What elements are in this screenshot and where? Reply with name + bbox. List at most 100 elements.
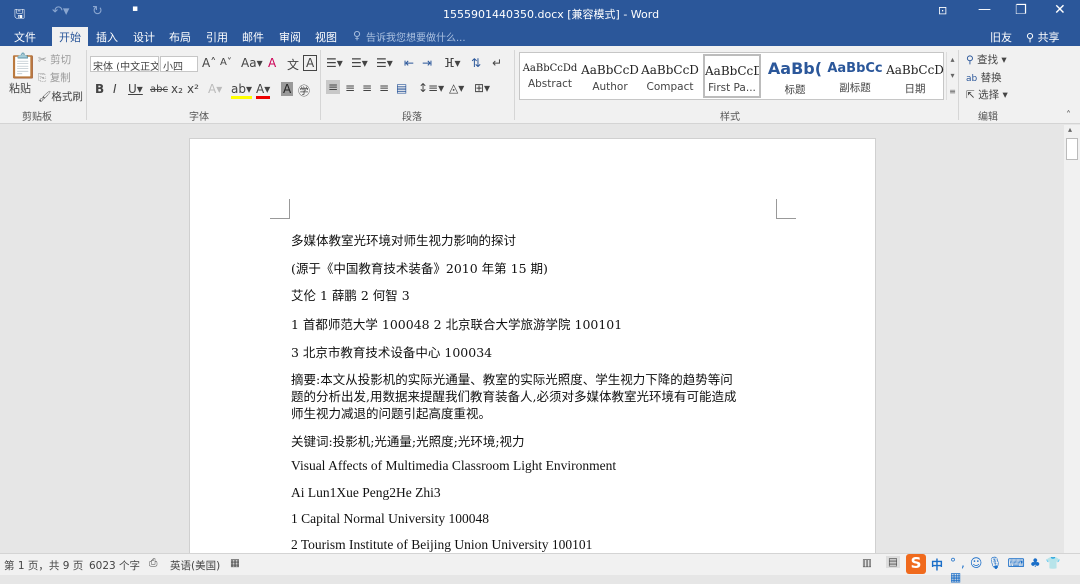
char-border-icon[interactable]: A <box>303 55 318 71</box>
ime-mode[interactable]: 中 <box>931 556 943 573</box>
paste-icon[interactable]: 📋 <box>8 52 38 80</box>
search-icon: ⚲ <box>966 54 974 66</box>
tab-layout[interactable]: 布局 <box>169 29 191 45</box>
minimize-button[interactable]: — <box>978 2 991 17</box>
underline-icon[interactable]: U▾ <box>128 82 143 96</box>
style-compact[interactable]: AaBbCcD Compact <box>640 53 700 99</box>
print-layout-icon[interactable]: ▤ <box>886 556 900 568</box>
style-name: Compact <box>646 81 694 93</box>
cut-label: 剪切 <box>50 54 72 66</box>
shading-icon[interactable]: ◬▾ <box>449 81 464 95</box>
bold-icon[interactable]: B <box>95 82 104 96</box>
phonetic-guide-icon[interactable]: 文 <box>287 56 299 73</box>
enclose-char-icon[interactable]: ㊫ <box>298 82 310 99</box>
chinese-layout-icon[interactable]: ⴼ▾ <box>444 56 461 70</box>
close-button[interactable]: ✕ <box>1054 2 1066 18</box>
format-painter-button[interactable]: 🖌格式刷 <box>38 89 83 104</box>
justify-icon[interactable]: ≡ <box>379 81 389 95</box>
align-center-icon[interactable]: ≡ <box>345 81 355 95</box>
borders-icon[interactable]: ⊞▾ <box>474 81 490 95</box>
decrease-indent-icon[interactable]: ⇤ <box>404 56 414 70</box>
style-preview: AaBb( <box>767 59 823 78</box>
replace-button[interactable]: ab 替换 <box>966 70 1002 85</box>
scroll-up-icon[interactable]: ▴ <box>1068 125 1072 134</box>
font-size-select[interactable]: 小四 <box>160 56 198 73</box>
paste-button[interactable]: 粘贴 <box>9 80 31 96</box>
share-button[interactable]: ⚲ 共享 <box>1026 29 1060 45</box>
sort-icon[interactable]: ⇅ <box>471 56 481 70</box>
style-abstract[interactable]: AaBbCcDd Abstract <box>520 53 580 99</box>
tab-home[interactable]: 开始 <box>52 27 88 46</box>
tab-file[interactable]: 文件 <box>14 29 36 45</box>
align-right-icon[interactable]: ≡ <box>362 81 372 95</box>
vertical-scrollbar[interactable]: ▴ <box>1064 125 1080 553</box>
distributed-icon[interactable]: ▤ <box>396 81 407 95</box>
scroll-thumb[interactable] <box>1066 138 1078 160</box>
style-name: 日期 <box>904 83 926 95</box>
tab-mailings[interactable]: 邮件 <box>242 29 264 45</box>
ribbon-display-icon[interactable]: ⊡ <box>938 4 947 17</box>
save-icon[interactable]: 🖫 <box>14 5 25 27</box>
style-subtitle[interactable]: AaBbCc 副标题 <box>825 53 885 99</box>
show-marks-icon[interactable]: ↵ <box>492 56 502 70</box>
multilevel-list-icon[interactable]: ☰▾ <box>376 56 393 70</box>
cut-button[interactable]: ✂ 剪切 <box>38 52 71 67</box>
tab-references[interactable]: 引用 <box>206 29 228 45</box>
read-mode-icon[interactable]: ▥ <box>862 557 872 569</box>
tab-review[interactable]: 审阅 <box>279 29 301 45</box>
copy-button[interactable]: ⎘ 复制 <box>38 70 71 85</box>
divider <box>958 50 959 120</box>
style-first-paragraph[interactable]: AaBbCcD First Pa... <box>703 54 761 98</box>
strikethrough-icon[interactable]: abc <box>150 84 168 95</box>
ime-toolbar-icons[interactable]: °,☺🎙⌨♣👕▦ <box>950 556 1080 584</box>
tab-design[interactable]: 设计 <box>133 29 155 45</box>
ribbon-tabs: 文件 开始 插入 设计 布局 引用 邮件 审阅 视图 ♀ 告诉我您想要做什么..… <box>0 26 1080 46</box>
style-date[interactable]: AaBbCcD 日期 <box>885 53 945 99</box>
find-button[interactable]: ⚲ 查找 ▾ <box>966 52 1007 67</box>
font-color-icon[interactable]: A▾ <box>256 82 271 99</box>
superscript-icon[interactable]: x² <box>187 82 199 96</box>
restore-button[interactable]: ❐ <box>1015 3 1027 18</box>
customize-qat-icon[interactable]: ▪ <box>132 4 138 14</box>
tab-insert[interactable]: 插入 <box>96 29 118 45</box>
clear-format-icon[interactable]: A <box>268 56 276 70</box>
proofing-icon[interactable]: ⎙ <box>149 557 157 570</box>
tell-me-input[interactable]: 告诉我您想要做什么... <box>366 29 466 44</box>
styles-scroll[interactable]: ▴ ▾ ≡ <box>946 52 958 100</box>
increase-indent-icon[interactable]: ⇥ <box>422 56 432 70</box>
subscript-icon[interactable]: x₂ <box>171 82 183 96</box>
char-shading-icon[interactable]: A <box>281 82 294 96</box>
divider <box>320 50 321 120</box>
grow-font-icon[interactable]: A˄ <box>202 56 216 70</box>
bullets-icon[interactable]: ☰▾ <box>326 56 343 70</box>
style-title[interactable]: AaBb(标题 <box>765 53 825 99</box>
doc-line: 艾伦 1 薛鹏 2 何智 3 <box>291 288 410 303</box>
numbering-icon[interactable]: ☰▾ <box>351 56 368 70</box>
share-label: 共享 <box>1037 31 1060 44</box>
collapse-ribbon-icon[interactable]: ˄ <box>1066 110 1071 121</box>
line-spacing-icon[interactable]: ↕≡▾ <box>418 81 444 95</box>
style-preview: AaBbCcD <box>641 63 699 77</box>
undo-icon[interactable]: ↶▾ <box>52 4 69 19</box>
tab-view[interactable]: 视图 <box>315 29 337 45</box>
style-preview: AaBbCc <box>827 61 883 76</box>
document-page[interactable]: 多媒体教室光环境对师生视力影响的探讨 (源于《中国教育技术装备》2010 年第 … <box>189 138 876 558</box>
user-name[interactable]: 旧友 <box>990 29 1012 45</box>
font-name-select[interactable]: 宋体 (中文正文) <box>90 56 159 72</box>
macro-icon[interactable]: ▦ <box>230 557 240 569</box>
shrink-font-icon[interactable]: A˅ <box>220 57 232 68</box>
change-case-icon[interactable]: Aa▾ <box>241 56 263 70</box>
align-left-icon[interactable]: ≡ <box>326 80 341 94</box>
select-button[interactable]: ⇱ 选择 ▾ <box>966 87 1008 102</box>
redo-icon[interactable]: ↻ <box>92 4 103 19</box>
highlight-icon[interactable]: ab▾ <box>231 82 252 99</box>
language[interactable]: 英语(美国) <box>170 558 220 573</box>
sogou-ime-icon[interactable]: S <box>906 554 926 574</box>
style-preview: AaBbCcDd <box>522 63 578 74</box>
text-effects-icon[interactable]: A▾ <box>208 82 222 96</box>
style-author[interactable]: AaBbCcD Author <box>580 53 640 99</box>
styles-gallery: AaBbCcDd Abstract AaBbCcD Author AaBbCcD Co… <box>519 52 956 100</box>
word-count[interactable]: 6023 个字 <box>89 558 140 573</box>
page-count[interactable]: 第 1 页，共 9 页 <box>4 558 83 573</box>
italic-icon[interactable]: I <box>113 82 117 96</box>
